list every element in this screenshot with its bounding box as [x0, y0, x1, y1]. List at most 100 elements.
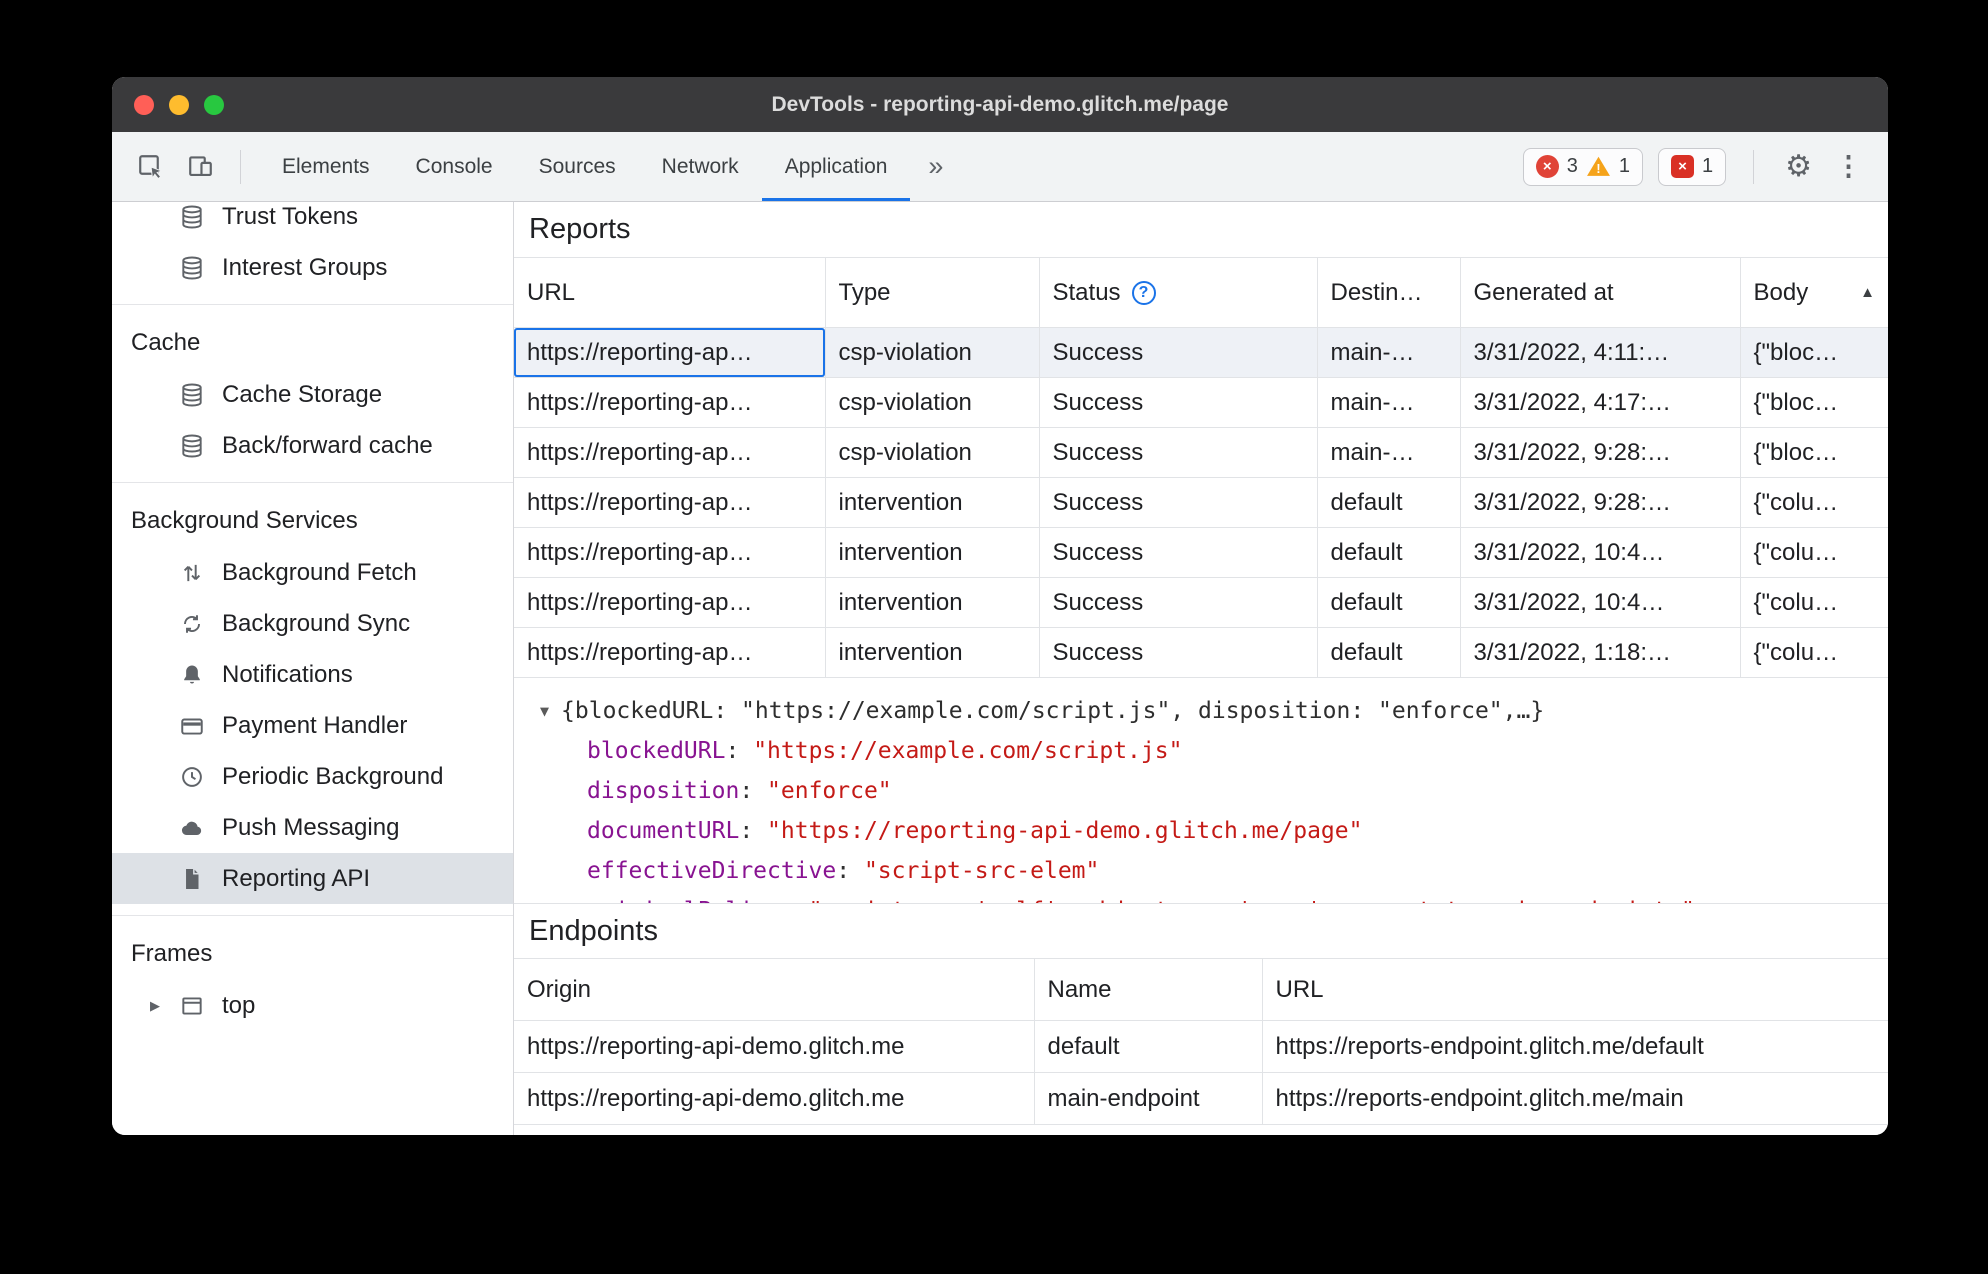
- fetch-arrows-icon: [178, 559, 205, 586]
- cell-type[interactable]: intervention: [824, 627, 1040, 678]
- issues-badge[interactable]: × 1: [1657, 147, 1727, 186]
- sidebar-item-periodic-background-sync[interactable]: Periodic Background: [112, 751, 513, 802]
- cell-generated-at[interactable]: 3/31/2022, 9:28:…: [1459, 477, 1741, 528]
- cell-endpoint-url[interactable]: https://reports-endpoint.glitch.me/defau…: [1261, 1020, 1888, 1073]
- cell-destination[interactable]: default: [1316, 577, 1461, 628]
- cell-generated-at[interactable]: 3/31/2022, 4:17:…: [1459, 377, 1741, 428]
- report-row[interactable]: https://reporting-ap… intervention Succe…: [514, 527, 1888, 578]
- cell-status[interactable]: Success: [1038, 477, 1318, 528]
- sidebar-item-background-fetch[interactable]: Background Fetch: [112, 547, 513, 598]
- report-row[interactable]: https://reporting-ap… intervention Succe…: [514, 477, 1888, 528]
- cell-type[interactable]: intervention: [824, 477, 1040, 528]
- inspect-element-icon[interactable]: [128, 145, 172, 189]
- cell-body[interactable]: {"colu…: [1739, 527, 1888, 578]
- report-row[interactable]: https://reporting-ap… csp-violation Succ…: [514, 377, 1888, 428]
- tab-sources[interactable]: Sources: [516, 132, 639, 201]
- cell-body[interactable]: {"bloc…: [1739, 377, 1888, 428]
- sidebar-divider: [112, 304, 513, 305]
- column-header-name[interactable]: Name: [1033, 958, 1263, 1021]
- cell-generated-at[interactable]: 3/31/2022, 1:18:…: [1459, 627, 1741, 678]
- sidebar-item-label: Push Messaging: [222, 813, 400, 841]
- cell-generated-at[interactable]: 3/31/2022, 10:4…: [1459, 577, 1741, 628]
- sidebar-item-interest-groups[interactable]: Interest Groups: [112, 242, 513, 293]
- column-header-origin[interactable]: Origin: [514, 958, 1035, 1021]
- cell-status[interactable]: Success: [1038, 527, 1318, 578]
- cell-url[interactable]: https://reporting-ap…: [514, 377, 826, 428]
- cell-url[interactable]: https://reporting-ap…: [514, 427, 826, 478]
- sidebar-item-cache-storage[interactable]: Cache Storage: [112, 369, 513, 420]
- cell-destination[interactable]: main-…: [1316, 427, 1461, 478]
- sidebar-item-trust-tokens[interactable]: Trust Tokens: [112, 202, 513, 242]
- sidebar-item-notifications[interactable]: Notifications: [112, 649, 513, 700]
- column-header-destination[interactable]: Destin…: [1316, 257, 1461, 328]
- more-tabs-chevron-icon[interactable]: »: [910, 132, 961, 201]
- column-header-generated-at[interactable]: Generated at: [1459, 257, 1741, 328]
- console-errors-warnings-badge[interactable]: × 3 ! 1: [1522, 147, 1643, 186]
- cell-generated-at[interactable]: 3/31/2022, 9:28:…: [1459, 427, 1741, 478]
- cell-status[interactable]: Success: [1038, 577, 1318, 628]
- cell-body[interactable]: {"colu…: [1739, 577, 1888, 628]
- cell-destination[interactable]: main-…: [1316, 377, 1461, 428]
- tab-network[interactable]: Network: [639, 132, 762, 201]
- kebab-menu-icon[interactable]: ⋮: [1831, 151, 1866, 182]
- cell-body[interactable]: {"colu…: [1739, 627, 1888, 678]
- sidebar-item-back-forward-cache[interactable]: Back/forward cache: [112, 420, 513, 471]
- cell-status[interactable]: Success: [1038, 627, 1318, 678]
- column-header-body[interactable]: Body ▲: [1739, 257, 1888, 328]
- tab-console[interactable]: Console: [393, 132, 516, 201]
- column-header-status[interactable]: Status ?: [1038, 257, 1318, 328]
- cell-status[interactable]: Success: [1038, 327, 1318, 378]
- sidebar-item-background-sync[interactable]: Background Sync: [112, 598, 513, 649]
- sidebar-item-push-messaging[interactable]: Push Messaging: [112, 802, 513, 853]
- sidebar-item-reporting-api[interactable]: Reporting API: [112, 853, 513, 904]
- cell-name[interactable]: default: [1033, 1020, 1263, 1073]
- cell-body[interactable]: {"colu…: [1739, 477, 1888, 528]
- cell-url[interactable]: https://reporting-ap…: [514, 627, 826, 678]
- cell-destination[interactable]: default: [1316, 627, 1461, 678]
- cell-body[interactable]: {"bloc…: [1739, 427, 1888, 478]
- cell-origin[interactable]: https://reporting-api-demo.glitch.me: [514, 1072, 1035, 1125]
- cell-generated-at[interactable]: 3/31/2022, 4:11:…: [1459, 327, 1741, 378]
- cell-destination[interactable]: default: [1316, 477, 1461, 528]
- column-header-type[interactable]: Type: [824, 257, 1040, 328]
- cell-name[interactable]: main-endpoint: [1033, 1072, 1263, 1125]
- cell-type[interactable]: intervention: [824, 527, 1040, 578]
- cell-type[interactable]: csp-violation: [824, 327, 1040, 378]
- column-header-endpoint-url[interactable]: URL: [1261, 958, 1888, 1021]
- report-row[interactable]: https://reporting-ap… intervention Succe…: [514, 577, 1888, 628]
- endpoint-row[interactable]: https://reporting-api-demo.glitch.me mai…: [514, 1072, 1888, 1125]
- cell-url[interactable]: https://reporting-ap…: [514, 327, 826, 378]
- object-property: disposition"enforce": [514, 771, 1888, 811]
- cell-url[interactable]: https://reporting-ap…: [514, 577, 826, 628]
- cell-destination[interactable]: default: [1316, 527, 1461, 578]
- cell-generated-at[interactable]: 3/31/2022, 10:4…: [1459, 527, 1741, 578]
- sidebar-item-label: Payment Handler: [222, 711, 408, 739]
- status-help-icon[interactable]: ?: [1131, 280, 1156, 305]
- report-row[interactable]: https://reporting-ap… csp-violation Succ…: [514, 427, 1888, 478]
- reporting-api-panel: Reports URL Type Status ? Destin… Genera…: [514, 202, 1888, 1135]
- column-header-url[interactable]: URL: [514, 257, 826, 328]
- endpoint-row[interactable]: https://reporting-api-demo.glitch.me def…: [514, 1020, 1888, 1073]
- tab-application[interactable]: Application: [761, 132, 911, 201]
- cell-type[interactable]: csp-violation: [824, 427, 1040, 478]
- tab-elements[interactable]: Elements: [259, 132, 393, 201]
- sidebar-item-payment-handler[interactable]: Payment Handler: [112, 700, 513, 751]
- cell-status[interactable]: Success: [1038, 377, 1318, 428]
- report-row[interactable]: https://reporting-ap… intervention Succe…: [514, 627, 1888, 678]
- cell-type[interactable]: intervention: [824, 577, 1040, 628]
- cell-url[interactable]: https://reporting-ap…: [514, 477, 826, 528]
- cell-url[interactable]: https://reporting-ap…: [514, 527, 826, 578]
- cell-endpoint-url[interactable]: https://reports-endpoint.glitch.me/main: [1261, 1072, 1888, 1125]
- expand-arrow-icon[interactable]: ▶: [150, 998, 170, 1014]
- cell-origin[interactable]: https://reporting-api-demo.glitch.me: [514, 1020, 1035, 1073]
- report-row[interactable]: https://reporting-ap… csp-violation Succ…: [514, 327, 1888, 378]
- sidebar-item-top-frame[interactable]: ▶ top: [112, 980, 513, 1031]
- sidebar-divider: [112, 915, 513, 916]
- cell-body[interactable]: {"bloc…: [1739, 327, 1888, 378]
- device-toolbar-icon[interactable]: [178, 145, 222, 189]
- settings-gear-icon[interactable]: ⚙: [1781, 149, 1816, 184]
- cell-status[interactable]: Success: [1038, 427, 1318, 478]
- expanded-triangle-icon[interactable]: ▼: [540, 691, 549, 731]
- cell-destination[interactable]: main-…: [1316, 327, 1461, 378]
- cell-type[interactable]: csp-violation: [824, 377, 1040, 428]
